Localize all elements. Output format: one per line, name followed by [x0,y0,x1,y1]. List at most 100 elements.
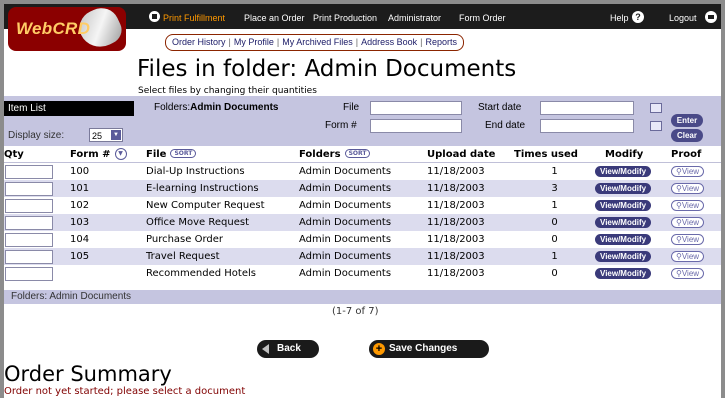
file-cell: Purchase Order [146,234,224,245]
modify-cell: View/Modify [595,231,671,248]
qty-input[interactable] [5,164,53,179]
clear-button[interactable]: Clear [671,129,703,142]
upload-date-cell: 11/18/2003 [427,234,485,245]
qty-input[interactable] [5,215,53,230]
file-cell: Travel Request [146,248,299,265]
nav-print-fulfillment[interactable]: Print Fulfillment [163,13,225,23]
chevron-down-icon[interactable]: ▼ [111,130,121,140]
form-number-input[interactable] [370,119,462,133]
times-used-cell: 1 [551,166,558,177]
folder-cell: Admin Documents [299,214,427,231]
table-row: Recommended Hotels Admin Documents 11/18/2… [4,265,721,282]
nav-place-an-order[interactable]: Place an Order [244,13,305,23]
view-modify-button[interactable]: View/Modify [595,200,652,211]
view-modify-button[interactable]: View/Modify [595,268,652,279]
nav-administrator[interactable]: Administrator [388,13,441,23]
back-button[interactable]: Back [257,340,319,358]
form-number-cell: 101 [66,180,146,197]
modify-cell: View/Modify [595,163,671,181]
proof-cell: ⚲View [671,180,721,197]
start-date-label: Start date [478,102,522,113]
qty-input[interactable] [5,198,53,213]
qty-input[interactable] [5,266,53,281]
qty-input[interactable] [5,181,53,196]
upload-date-cell: 11/18/2003 [427,214,514,231]
view-modify-button[interactable]: View/Modify [595,183,652,194]
proof-view-button[interactable]: ⚲View [671,251,705,262]
display-size-select[interactable]: 25 ▼ [89,128,123,142]
form-number-label: Form # [325,120,357,131]
table-header-row: Qty Form # ▼ File SORT Folders SORT Upload … [4,146,721,163]
folder-cell: Admin Documents [299,166,392,177]
proof-view-button[interactable]: ⚲View [671,217,705,228]
qty-input[interactable] [5,249,53,264]
table-row: 105 Travel Request Admin Documents 11/18/20… [4,248,721,265]
end-date-input[interactable] [540,119,634,133]
times-used-cell: 1 [551,200,558,211]
logout-icon[interactable] [705,11,717,23]
form-number-cell [66,265,146,282]
subnav-my-archived-files[interactable]: My Archived Files [282,37,353,47]
subnav-separator: | [355,37,359,47]
proof-view-label: View [681,184,700,193]
help-link[interactable]: Help [610,13,629,23]
upload-date-cell: 11/18/2003 [427,200,485,211]
view-modify-button[interactable]: View/Modify [595,166,652,177]
view-modify-button[interactable]: View/Modify [595,251,652,262]
table-body: 100 Dial-Up Instructions Admin Documents 11… [4,163,721,283]
modify-cell: View/Modify [595,248,671,265]
qty-cell [4,214,66,231]
proof-view-button[interactable]: ⚲View [671,200,705,211]
item-list-tab[interactable]: Item List [4,101,134,116]
end-date-calendar-icon[interactable] [650,121,662,131]
view-modify-button[interactable]: View/Modify [595,217,652,228]
qty-input[interactable] [5,232,53,247]
table-row: 101 E-learning Instructions Admin Document… [4,180,721,197]
sort-dropdown-icon[interactable]: ▼ [114,148,127,160]
save-changes-button[interactable]: + Save Changes [369,340,489,358]
modify-cell: View/Modify [595,180,671,197]
form-number-header[interactable]: Form # ▼ [66,146,146,163]
proof-view-button[interactable]: ⚲View [671,166,705,177]
pagination: (1-7 of 7) [332,306,379,317]
start-date-calendar-icon[interactable] [650,103,662,113]
upload-date-cell: 11/18/2003 [427,166,485,177]
enter-button[interactable]: Enter [671,114,703,127]
help-icon[interactable]: ? [632,11,644,23]
modify-header-label: Modify [605,148,644,160]
proof-view-label: View [681,252,700,261]
table-row: 100 Dial-Up Instructions Admin Documents 11… [4,163,721,181]
save-changes-label: Save Changes [389,343,458,354]
home-icon[interactable] [149,11,160,22]
proof-view-button[interactable]: ⚲View [671,268,705,279]
filter-panel: Item List Folders:Admin Documents File F… [4,96,721,146]
logout-link[interactable]: Logout [669,13,697,23]
proof-view-button[interactable]: ⚲View [671,234,705,245]
folders-label: Folders: [154,102,191,113]
folders-sort-button[interactable]: SORT [344,149,371,158]
folders-header-label: Folders [299,148,341,160]
subnav-address-book[interactable]: Address Book [361,37,417,47]
back-arrow-icon [262,344,269,354]
folders-value: Admin Documents [190,102,279,113]
proof-view-button[interactable]: ⚲View [671,183,705,194]
file-input[interactable] [370,101,462,115]
nav-form-order[interactable]: Form Order [459,13,506,23]
qty-cell [4,248,66,265]
nav-print-production[interactable]: Print Production [313,13,377,23]
proof-header: Proof [671,146,721,163]
upload-date-cell: 11/18/2003 [427,180,514,197]
subnav-reports[interactable]: Reports [425,37,457,47]
subnav-order-history[interactable]: Order History [172,37,226,47]
form-number-cell: 100 [70,166,90,177]
modify-header: Modify [595,146,671,163]
file-cell: Recommended Hotels [146,268,256,279]
qty-cell [4,265,66,282]
folders-footer: Folders: Admin Documents [4,290,721,304]
subnav-my-profile[interactable]: My Profile [234,37,274,47]
view-modify-button[interactable]: View/Modify [595,234,652,245]
file-sort-button[interactable]: SORT [170,149,197,158]
file-cell: E-learning Instructions [146,180,299,197]
display-size-value: 25 [92,131,103,141]
start-date-input[interactable] [540,101,634,115]
